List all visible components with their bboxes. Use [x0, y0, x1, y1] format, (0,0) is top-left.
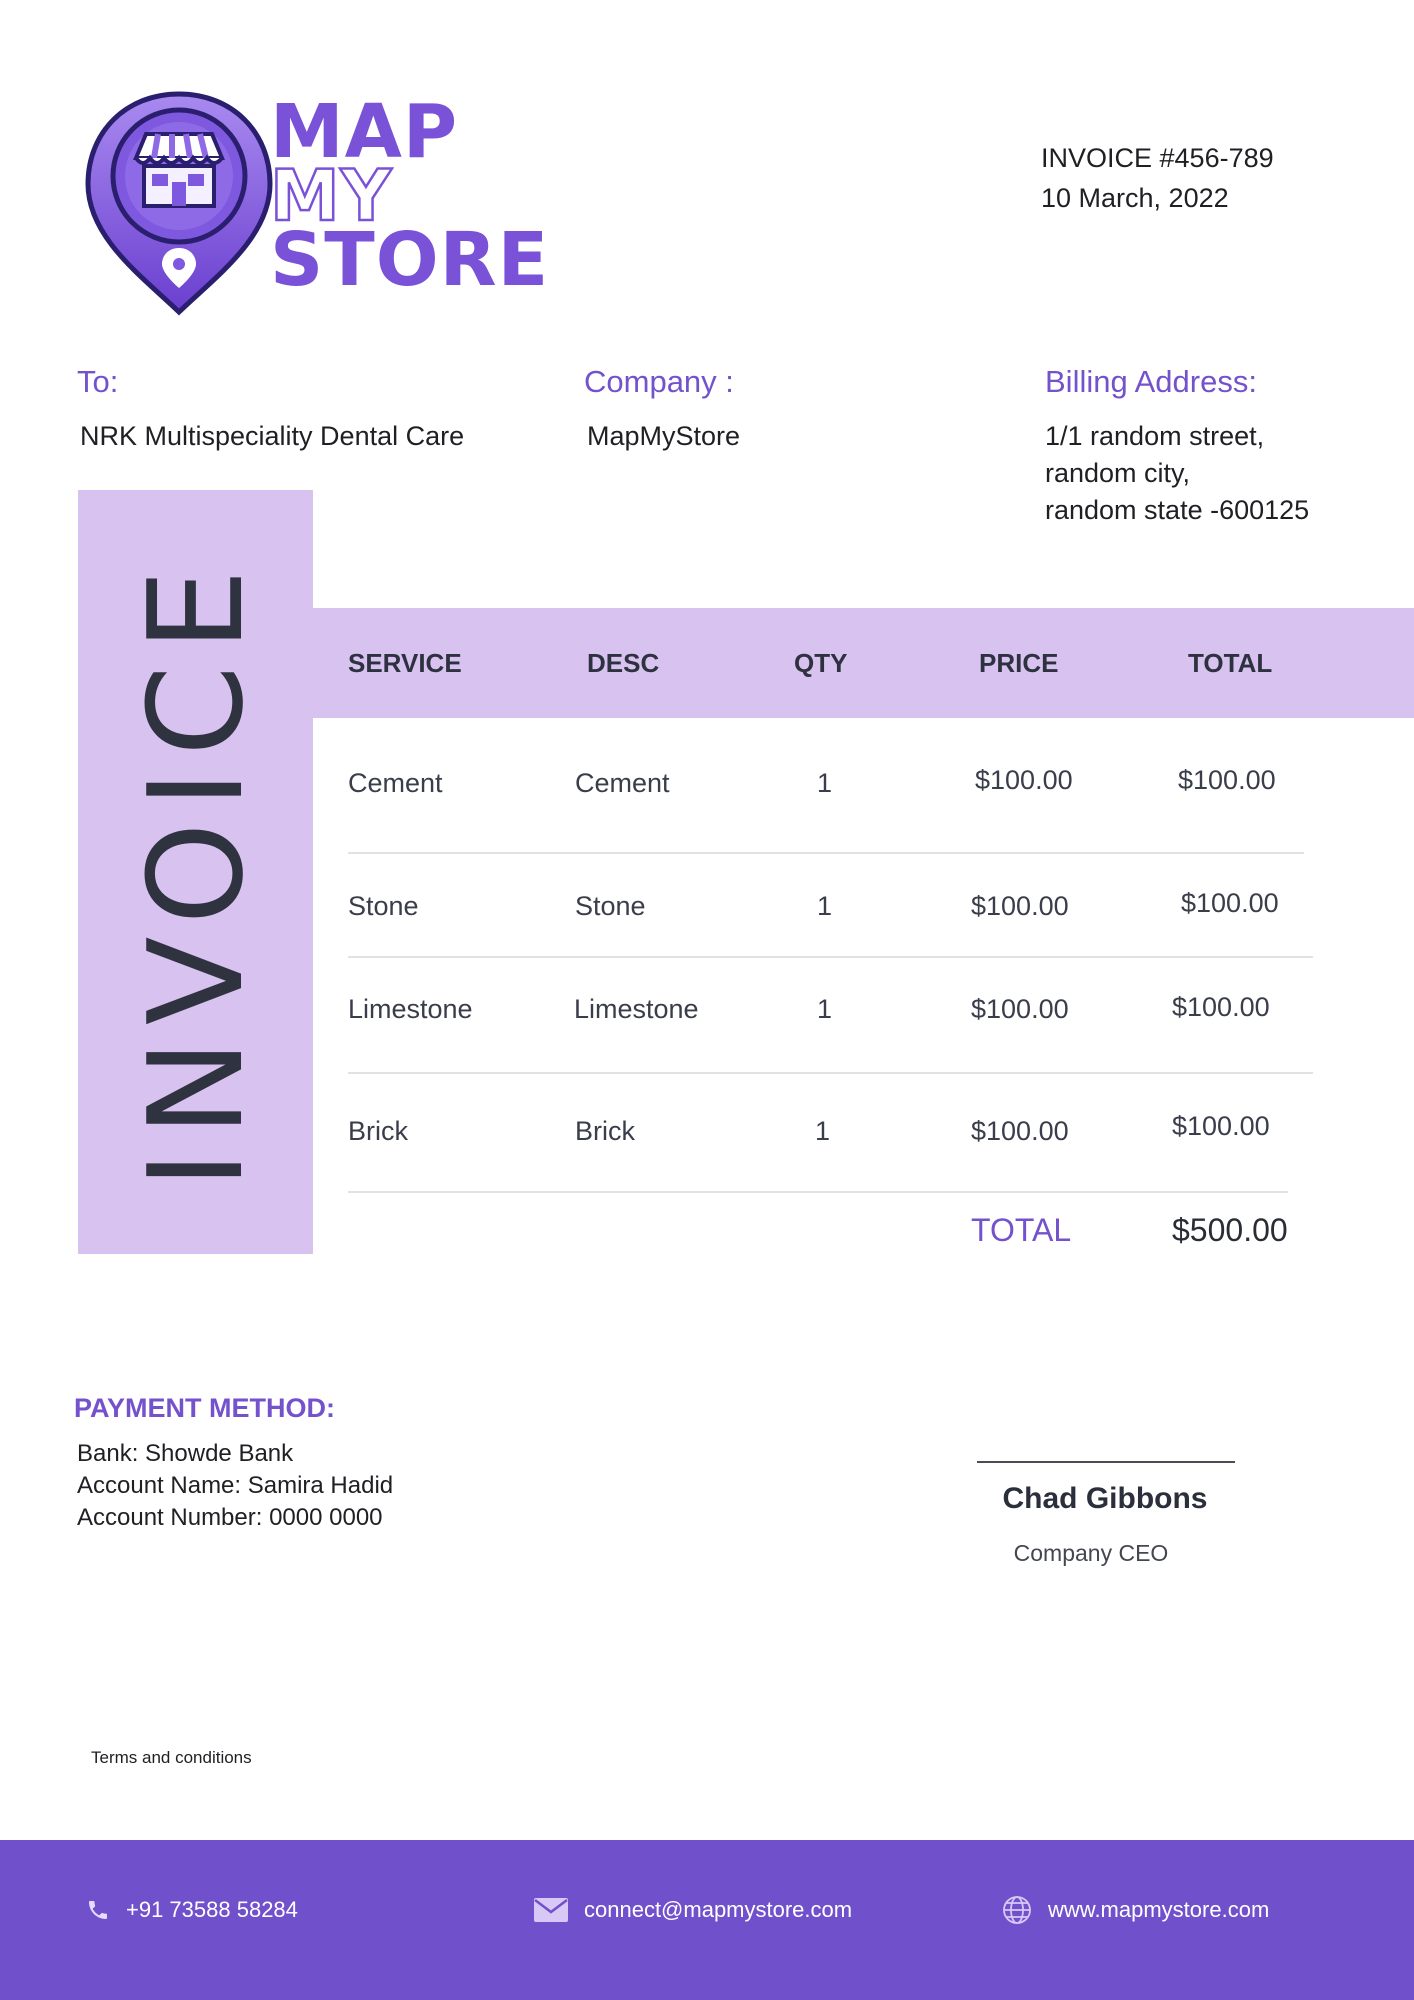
- logo-line-store: STORE: [270, 217, 550, 303]
- cell-total: $100.00: [1181, 888, 1279, 918]
- company-value: MapMyStore: [587, 421, 741, 451]
- cell-qty: 1: [817, 768, 833, 798]
- billing-address: 1/1 random street, random city, random s…: [1045, 418, 1309, 529]
- column-header-price: PRICE: [979, 648, 1059, 678]
- signatory-name: Chad Gibbons: [1002, 1482, 1208, 1515]
- to-label: To:: [77, 364, 119, 399]
- column-header-qty: QTY: [794, 648, 848, 678]
- cell-desc: Limestone: [574, 994, 699, 1024]
- invoice-side-band: INVOICE: [78, 490, 313, 1254]
- row-divider: [348, 956, 1313, 958]
- invoice-date: 10 March, 2022: [1041, 183, 1229, 213]
- cell-total: $100.00: [1178, 765, 1276, 795]
- terms-and-conditions-link[interactable]: Terms and conditions: [91, 1748, 252, 1768]
- column-header-service: SERVICE: [348, 648, 462, 678]
- invoice-vertical-title: INVOICE: [119, 555, 272, 1189]
- envelope-icon: [534, 1898, 568, 1922]
- footer-phone-text: +91 73588 58284: [126, 1897, 298, 1922]
- cell-qty: 1: [815, 1116, 831, 1146]
- account-number: Account Number: 0000 0000: [77, 1504, 383, 1531]
- signature-line: [977, 1461, 1235, 1463]
- logo-wordmark: MAP MY STORE: [269, 95, 550, 303]
- payment-details: Bank: Showde Bank Account Name: Samira H…: [77, 1438, 393, 1534]
- payment-method-title: PAYMENT METHOD:: [74, 1393, 336, 1423]
- cell-service: Brick: [348, 1116, 408, 1146]
- grand-total-value: $500.00: [1172, 1212, 1288, 1248]
- billing-line: 1/1 random street,: [1045, 421, 1265, 451]
- footer-email-text: connect@mapmystore.com: [584, 1897, 853, 1922]
- company-label: Company :: [584, 364, 734, 399]
- cell-total: $100.00: [1172, 1111, 1270, 1141]
- cell-price: $100.00: [971, 1116, 1069, 1146]
- to-value: NRK Multispeciality Dental Care: [80, 421, 465, 451]
- column-header-total: TOTAL: [1188, 648, 1273, 678]
- cell-total: $100.00: [1172, 992, 1270, 1022]
- cell-service: Cement: [348, 768, 443, 798]
- footer-phone[interactable]: +91 73588 58284: [86, 1840, 298, 1980]
- invoice-number: INVOICE #456-789: [1041, 143, 1274, 173]
- account-name: Account Name: Samira Hadid: [77, 1472, 394, 1499]
- cell-service: Stone: [348, 891, 419, 921]
- cell-desc: Stone: [575, 891, 646, 921]
- table-header: SERVICE DESC QTY PRICE TOTAL: [313, 608, 1414, 718]
- footer: +91 73588 58284 connect@mapmystore.com w…: [0, 1840, 1414, 2000]
- billing-line: random city,: [1045, 458, 1191, 488]
- billing-address-label: Billing Address:: [1045, 364, 1257, 399]
- row-divider: [348, 852, 1304, 854]
- footer-website-text: www.mapmystore.com: [1048, 1897, 1270, 1922]
- footer-email[interactable]: connect@mapmystore.com: [534, 1840, 852, 1980]
- cell-desc: Brick: [575, 1116, 635, 1146]
- invoice-meta: INVOICE #456-789 10 March, 2022: [1041, 138, 1274, 218]
- cell-price: $100.00: [975, 765, 1073, 795]
- cell-qty: 1: [817, 891, 833, 921]
- row-divider: [348, 1191, 1288, 1193]
- column-header-desc: DESC: [587, 648, 660, 678]
- cell-qty: 1: [817, 994, 833, 1024]
- store-location-pin-icon: [85, 91, 273, 316]
- bank-name: Bank: Showde Bank: [77, 1440, 294, 1467]
- row-divider: [348, 1072, 1313, 1074]
- footer-website[interactable]: www.mapmystore.com: [1002, 1840, 1269, 1980]
- cell-service: Limestone: [348, 994, 473, 1024]
- billing-line: random state -600125: [1045, 495, 1310, 525]
- phone-icon: [89, 1901, 107, 1919]
- globe-icon: [1003, 1896, 1031, 1924]
- cell-desc: Cement: [575, 768, 670, 798]
- signatory-role: Company CEO: [1013, 1540, 1169, 1566]
- cell-price: $100.00: [971, 994, 1069, 1024]
- grand-total-label: TOTAL: [971, 1212, 1072, 1248]
- cell-price: $100.00: [971, 891, 1069, 921]
